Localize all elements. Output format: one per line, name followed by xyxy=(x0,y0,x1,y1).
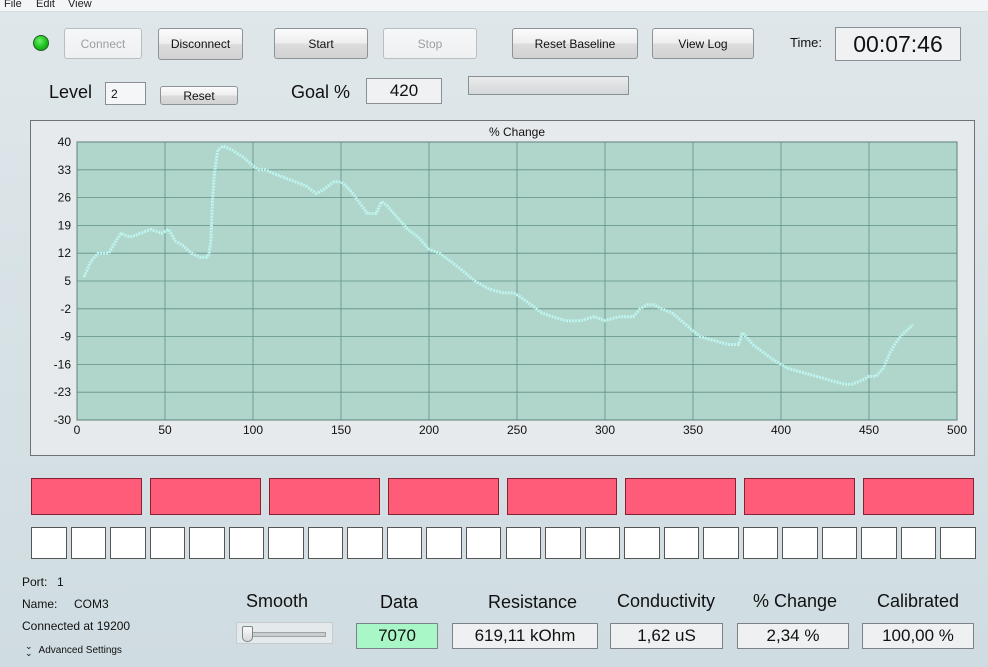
change-chart: 0 50 100 150 200 250 300 350 400 450 500 40 33 26 19 12… xyxy=(30,120,975,456)
x-tick-label: 250 xyxy=(507,423,527,437)
smooth-label: Smooth xyxy=(246,591,309,611)
chart-title: % Change xyxy=(489,125,545,139)
connect-button[interactable]: Connect xyxy=(64,28,142,59)
y-tick-label: 19 xyxy=(58,218,72,232)
y-tick-label: 5 xyxy=(64,274,71,288)
port-value: 1 xyxy=(57,575,64,589)
white-level-tile xyxy=(426,527,462,559)
white-level-tile xyxy=(663,527,700,559)
smooth-slider[interactable] xyxy=(236,622,333,644)
white-level-tile xyxy=(505,527,542,559)
white-level-tile xyxy=(742,527,779,559)
change-chart-svg: 0 50 100 150 200 250 300 350 400 450 500 40 33 26 19 12… xyxy=(54,125,968,437)
time-display: 00:07:46 xyxy=(835,27,961,61)
menu-bar: File Edit View xyxy=(0,0,988,12)
white-level-tile xyxy=(70,527,107,559)
white-level-tile xyxy=(307,527,344,559)
white-level-tile xyxy=(900,527,937,559)
white-level-tile xyxy=(703,527,739,559)
percent-change-value: 2,34 % xyxy=(737,623,849,649)
chevron-double-down-icon: ⌄ ⌄ xyxy=(25,641,33,658)
x-tick-label: 100 xyxy=(243,423,263,437)
y-tick-label: -9 xyxy=(60,330,71,344)
red-level-tile xyxy=(268,478,380,515)
data-label: Data xyxy=(380,592,419,612)
white-level-tile xyxy=(228,527,265,559)
y-tick-label: -16 xyxy=(54,357,72,371)
red-level-tile xyxy=(863,478,974,515)
advanced-settings-label: Advanced Settings xyxy=(38,644,122,656)
red-level-tile xyxy=(506,478,618,515)
calibrated-label: Calibrated xyxy=(877,591,960,611)
calibrated-value: 100,00 % xyxy=(862,623,974,649)
white-level-tile xyxy=(268,527,304,559)
white-level-tile xyxy=(861,527,897,559)
red-level-tile xyxy=(149,478,261,515)
smooth-slider-track xyxy=(248,632,326,637)
red-level-tile xyxy=(387,478,499,515)
start-button[interactable]: Start xyxy=(274,28,368,59)
red-level-tile xyxy=(744,478,856,515)
white-level-tile xyxy=(465,527,502,559)
white-level-tile xyxy=(347,527,383,559)
percent-change-label: % Change xyxy=(753,591,838,611)
y-tick-label: 26 xyxy=(58,191,72,205)
white-level-tile xyxy=(149,527,186,559)
white-level-tile xyxy=(31,527,67,559)
stop-button[interactable]: Stop xyxy=(383,28,477,59)
disconnect-button[interactable]: Disconnect xyxy=(158,28,243,60)
advanced-settings-toggle[interactable]: ⌄ ⌄ Advanced Settings xyxy=(25,641,122,658)
data-value: 7070 xyxy=(356,623,438,649)
time-label: Time: xyxy=(790,35,823,50)
x-tick-label: 350 xyxy=(683,423,703,437)
white-level-tile xyxy=(110,527,146,559)
resistance-label: Resistance xyxy=(488,592,578,612)
white-level-tile xyxy=(386,527,423,559)
conductivity-value: 1,62 uS xyxy=(610,623,723,649)
menu-file[interactable]: File xyxy=(4,0,22,10)
x-tick-label: 500 xyxy=(947,423,967,437)
view-log-button[interactable]: View Log xyxy=(652,28,754,59)
red-level-tile xyxy=(31,478,142,515)
x-tick-label: 150 xyxy=(331,423,351,437)
y-tick-label: -2 xyxy=(60,302,71,316)
white-level-tile xyxy=(624,527,660,559)
white-level-tile xyxy=(189,527,225,559)
y-tick-label: -23 xyxy=(54,385,72,399)
name-value: COM3 xyxy=(74,597,109,611)
y-tick-label: 33 xyxy=(58,163,72,177)
x-tick-label: 0 xyxy=(74,423,81,437)
x-tick-label: 300 xyxy=(595,423,615,437)
connection-status-text: Connected at 19200 xyxy=(22,619,131,633)
resistance-value: 619,11 kOhm xyxy=(452,623,598,649)
goal-progress-bar xyxy=(468,76,629,95)
x-tick-label: 400 xyxy=(771,423,791,437)
red-level-tile xyxy=(625,478,737,515)
white-level-tile xyxy=(584,527,621,559)
reset-baseline-button[interactable]: Reset Baseline xyxy=(512,28,638,59)
x-tick-label: 50 xyxy=(158,423,172,437)
x-tick-label: 200 xyxy=(419,423,439,437)
white-level-tile xyxy=(545,527,581,559)
white-level-tile xyxy=(940,527,976,559)
connection-status-led xyxy=(33,35,49,51)
menu-edit[interactable]: Edit xyxy=(36,0,55,10)
level-input[interactable]: 2 xyxy=(105,82,146,105)
y-tick-label: 12 xyxy=(58,246,72,260)
level-label: Level xyxy=(49,82,93,102)
conductivity-label: Conductivity xyxy=(617,591,716,611)
white-level-tile xyxy=(782,527,818,559)
level-reset-button[interactable]: Reset xyxy=(160,86,238,105)
x-tick-label: 450 xyxy=(859,423,879,437)
name-label: Name: xyxy=(22,597,58,611)
goal-label: Goal % xyxy=(291,82,351,102)
y-tick-label: 40 xyxy=(58,135,72,149)
port-label: Port: xyxy=(22,575,48,589)
menu-view[interactable]: View xyxy=(68,0,92,10)
white-level-tile xyxy=(821,527,858,559)
goal-value: 420 xyxy=(366,78,442,104)
y-tick-label: -30 xyxy=(54,413,72,427)
smooth-slider-thumb[interactable] xyxy=(242,626,253,642)
